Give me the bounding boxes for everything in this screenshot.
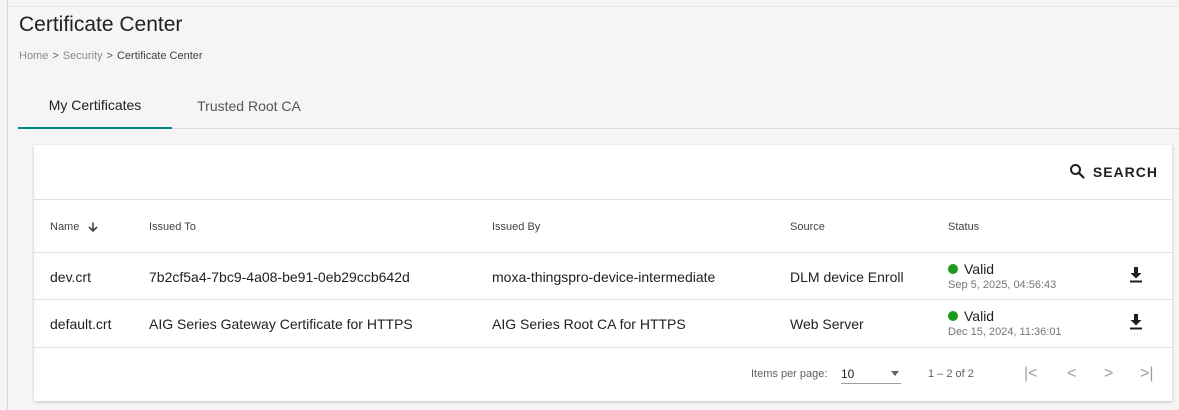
range-label: 1 – 2 of 2 [928,368,974,380]
download-button[interactable] [1128,313,1144,334]
tab-my-certificates[interactable]: My Certificates [18,83,172,129]
first-page-button[interactable]: |< [1024,365,1038,383]
cell-issued-by: AIG Series Root CA for HTTPS [492,315,686,332]
table-row: dev.crt 7b2cf5a4-7bc9-4a08-be91-0eb29ccb… [34,253,1172,300]
search-label: SEARCH [1092,164,1158,180]
cell-issued-to: 7b2cf5a4-7bc9-4a08-be91-0eb29ccb642d [149,268,410,285]
column-label: Name [50,220,80,233]
items-per-page-value: 10 [841,366,855,381]
status-dot-icon [948,311,958,322]
download-button[interactable] [1128,266,1144,287]
table-header: Name Issued To Issued By Source Status [34,200,1172,253]
page-title: Certificate Center [19,13,183,36]
status-dot-icon [948,264,958,275]
cell-status: Valid Dec 15, 2024, 11:36:01 [948,308,1062,339]
cell-issued-to: AIG Series Gateway Certificate for HTTPS [149,315,413,332]
certificates-card: SEARCH Name Issued To Issued By Source S… [34,145,1172,401]
last-page-button[interactable]: >| [1140,365,1154,383]
breadcrumb-current: Certificate Center [116,50,203,62]
breadcrumb-home[interactable]: Home [19,50,48,62]
table-row: default.crt AIG Series Gateway Certifica… [34,300,1172,347]
tab-trusted-root-ca[interactable]: Trusted Root CA [172,83,326,129]
cell-name: dev.crt [50,268,91,285]
breadcrumb: Home > Security > Certificate Center [19,50,203,62]
tab-bar: My Certificates Trusted Root CA [18,83,1179,129]
status-date: Sep 5, 2025, 04:56:43 [948,279,1057,292]
status-label: Valid [964,308,995,325]
breadcrumb-security[interactable]: Security [63,50,103,62]
cell-status: Valid Sep 5, 2025, 04:56:43 [948,261,1056,292]
status-label: Valid [964,261,995,278]
column-header-name[interactable]: Name [50,221,98,233]
download-icon [1130,314,1142,330]
column-header-issued-by: Issued By [492,220,541,233]
items-per-page-select[interactable]: 10 [841,364,901,384]
arrow-down-icon [88,222,98,232]
next-page-button[interactable]: > [1104,365,1113,383]
column-header-issued-to: Issued To [149,220,196,233]
cell-source: Web Server [790,315,864,332]
breadcrumb-separator: > [52,50,59,62]
column-header-source: Source [790,220,825,233]
search-button[interactable]: SEARCH [1069,162,1158,182]
search-icon [1069,163,1085,182]
status-date: Dec 15, 2024, 11:36:01 [948,326,1062,339]
cell-issued-by: moxa-thingspro-device-intermediate [492,268,716,285]
previous-page-button[interactable]: < [1067,365,1076,383]
chevron-down-icon [891,371,899,376]
paginator: Items per page: 10 1 – 2 of 2 |< < > >| [34,348,1172,401]
cell-name: default.crt [50,315,112,332]
items-per-page-label: Items per page: [751,368,828,380]
breadcrumb-separator: > [106,50,113,62]
cell-source: DLM device Enroll [790,268,904,285]
top-border [7,6,1179,7]
column-header-status: Status [948,220,980,233]
download-icon [1130,267,1142,283]
left-border [7,0,8,410]
